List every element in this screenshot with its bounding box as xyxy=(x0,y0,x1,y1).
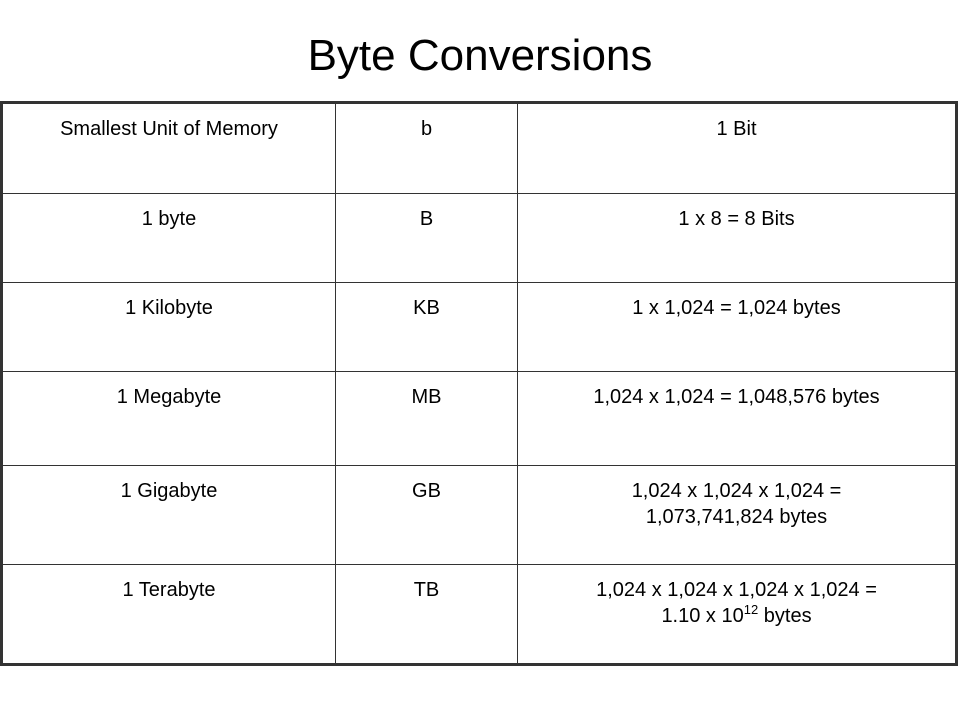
value-unit: bytes xyxy=(758,605,812,627)
unit-name-cell: 1 Megabyte xyxy=(1,371,336,466)
unit-symbol-cell: GB xyxy=(335,465,518,565)
value-line-1: 1,024 x 1,024 x 1,024 x 1,024 = xyxy=(596,579,877,601)
table-row: 1 byte B 1 x 8 = 8 Bits xyxy=(1,193,957,283)
table-row: 1 Megabyte MB 1,024 x 1,024 = 1,048,576 … xyxy=(1,371,957,466)
table-row: 1 Terabyte TB 1,024 x 1,024 x 1,024 x 1,… xyxy=(1,564,957,665)
unit-value-cell: 1 x 8 = 8 Bits xyxy=(517,193,957,283)
value-base: 1.10 x 10 xyxy=(661,605,744,627)
unit-symbol-cell: TB xyxy=(335,564,518,665)
slide-title: Byte Conversions xyxy=(307,31,653,80)
table-row: 1 Kilobyte KB 1 x 1,024 = 1,024 bytes xyxy=(1,282,957,372)
unit-value-cell: 1,024 x 1,024 x 1,024 x 1,024 = 1.10 x 1… xyxy=(517,564,957,665)
unit-symbol-cell: B xyxy=(335,193,518,283)
unit-name-cell: 1 byte xyxy=(1,193,336,283)
unit-name-cell: 1 Terabyte xyxy=(1,564,336,665)
unit-symbol-cell: MB xyxy=(335,371,518,466)
unit-name-cell: 1 Kilobyte xyxy=(1,282,336,372)
unit-value-cell: 1 x 1,024 = 1,024 bytes xyxy=(517,282,957,372)
unit-value-cell: 1 Bit xyxy=(517,102,957,194)
unit-value-cell: 1,024 x 1,024 = 1,048,576 bytes xyxy=(517,371,957,466)
table-row: 1 Gigabyte GB 1,024 x 1,024 x 1,024 = 1,… xyxy=(1,465,957,565)
unit-symbol-cell: KB xyxy=(335,282,518,372)
unit-value-cell: 1,024 x 1,024 x 1,024 = 1,073,741,824 by… xyxy=(517,465,957,565)
unit-name-cell: Smallest Unit of Memory xyxy=(1,102,336,194)
unit-symbol-cell: b xyxy=(335,102,518,194)
byte-conversion-table: Smallest Unit of Memory b 1 Bit 1 byte B… xyxy=(0,101,958,666)
unit-name-cell: 1 Gigabyte xyxy=(1,465,336,565)
value-exponent: 12 xyxy=(743,602,759,617)
table-row: Smallest Unit of Memory b 1 Bit xyxy=(1,102,957,194)
